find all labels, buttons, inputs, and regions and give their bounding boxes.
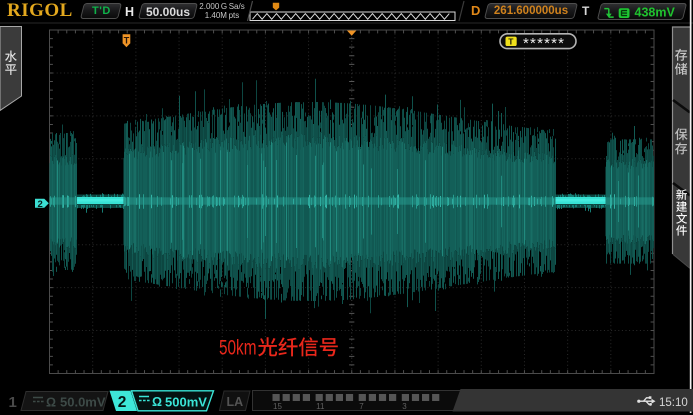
svg-text:11: 11: [316, 402, 325, 411]
svg-text:438mV: 438mV: [635, 6, 676, 20]
svg-text:LA: LA: [227, 395, 244, 409]
svg-text:7: 7: [359, 402, 364, 411]
svg-text:Ω: Ω: [46, 396, 56, 410]
svg-text:2: 2: [118, 394, 127, 411]
svg-text:******: ******: [523, 35, 565, 52]
svg-text:T: T: [508, 37, 514, 47]
svg-text:15:10: 15:10: [659, 397, 688, 409]
svg-text:15: 15: [273, 402, 282, 411]
svg-text:T: T: [124, 36, 130, 46]
svg-text:3: 3: [402, 402, 407, 411]
svg-text:50.0mV: 50.0mV: [60, 395, 106, 410]
svg-text:Ω: Ω: [152, 395, 162, 409]
svg-text:500mV: 500mV: [165, 395, 207, 410]
svg-text:2: 2: [38, 199, 43, 210]
svg-text:50km: 50km: [219, 337, 257, 360]
svg-text:1: 1: [9, 394, 17, 411]
